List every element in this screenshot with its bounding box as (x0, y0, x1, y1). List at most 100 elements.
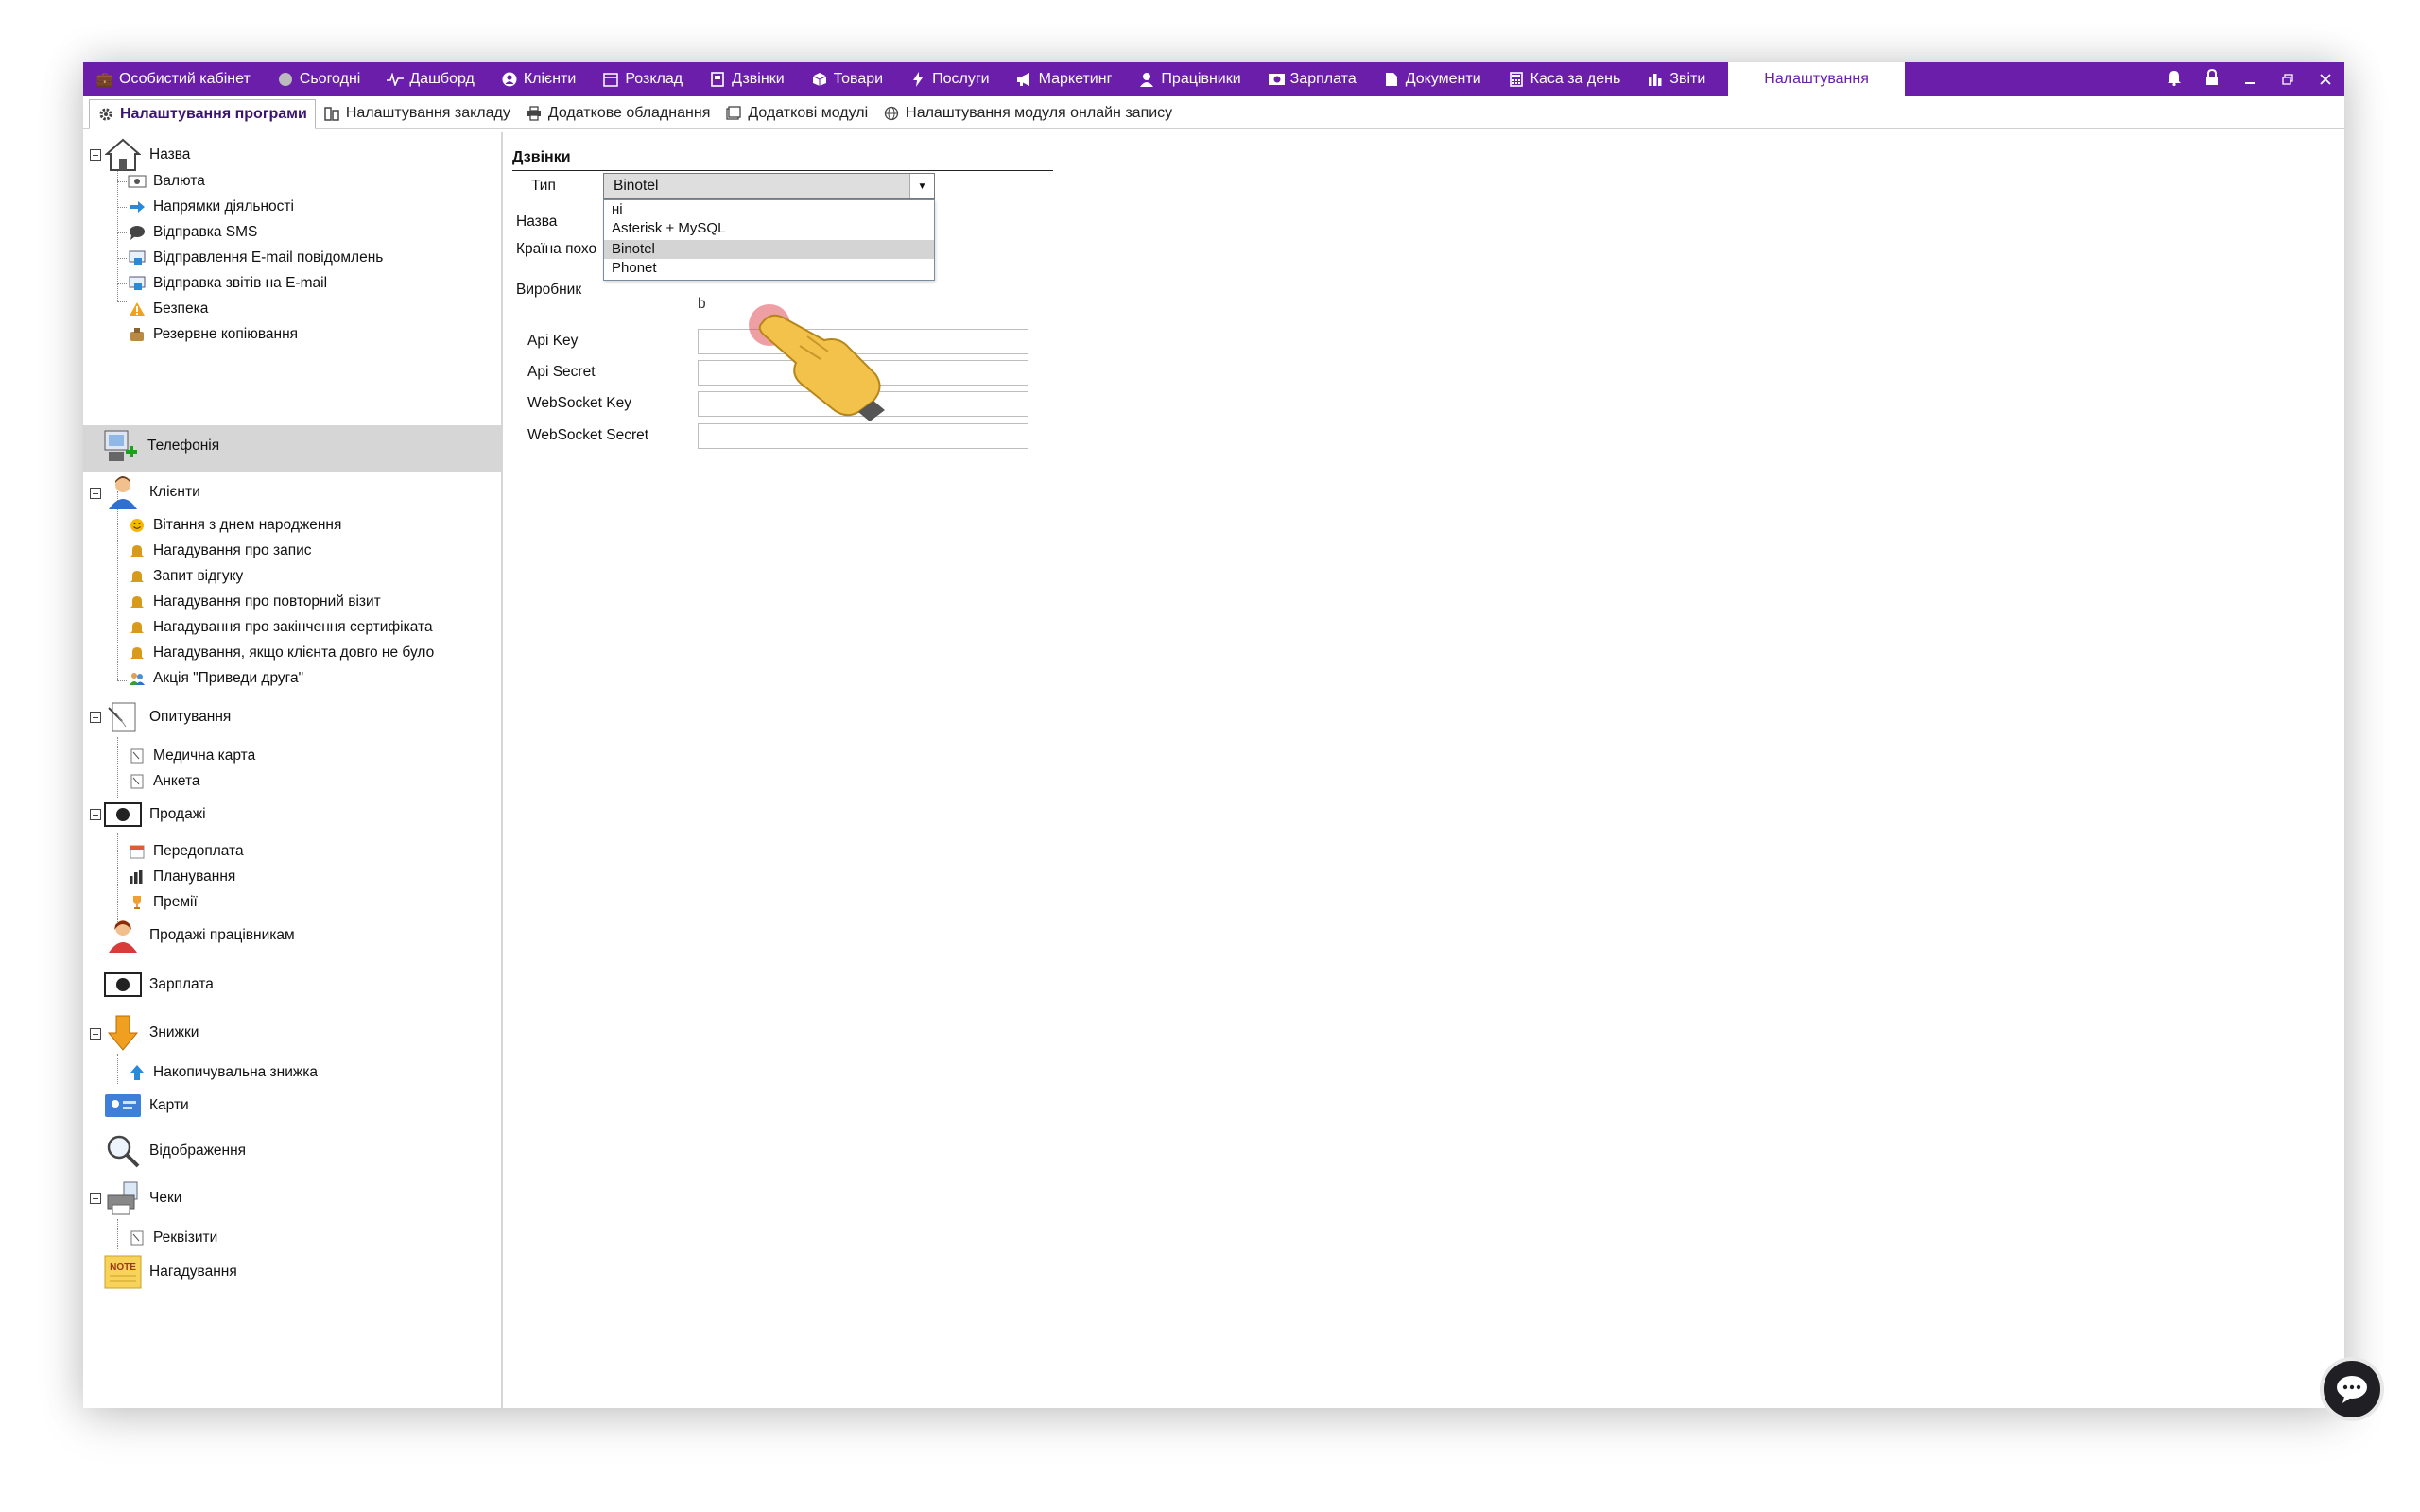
user-circle-icon (501, 71, 518, 88)
tree-item-birthday[interactable]: Вітання з днем народження (127, 515, 341, 536)
type-select[interactable]: Binotel ▼ (603, 173, 935, 199)
tree-item-repeat-visit[interactable]: Нагадування про повторний візит (127, 592, 381, 612)
nav-marketing[interactable]: Маркетинг (1003, 62, 1126, 96)
tab-venue-settings[interactable]: Налаштування закладу (316, 99, 518, 128)
tree-item-medical-card[interactable]: Медична карта (127, 746, 255, 766)
settings-tree: Назва Валюта Напрямки діяльності Відправ… (83, 132, 503, 1408)
tree-item-certificate-end[interactable]: Нагадування про закінчення сертифіката (127, 617, 433, 638)
banknote-icon (104, 796, 142, 833)
bell-icon (127, 643, 147, 663)
dropdown-option-asterisk[interactable]: Asterisk + MySQL (604, 219, 934, 238)
tree-item-remind-record[interactable]: Нагадування про запис (127, 541, 312, 561)
tree-item-survey[interactable]: Опитування (104, 698, 231, 736)
nav-documents[interactable]: Документи (1370, 62, 1495, 96)
manufacturer-label: Виробник (516, 282, 582, 298)
lock-icon[interactable] (2193, 68, 2231, 91)
nav-salary[interactable]: Зарплата (1254, 62, 1370, 96)
tree-item-bonuses[interactable]: Премії (127, 892, 198, 913)
bell-icon (127, 566, 147, 587)
tree-item-nazva[interactable]: Назва (104, 136, 190, 174)
api-key-label: Api Key (527, 333, 579, 349)
bell-icon[interactable] (2155, 69, 2193, 91)
nav-today[interactable]: Сьогодні (264, 62, 374, 96)
tree-expander-clients[interactable] (90, 488, 101, 499)
tree-expander-nazva[interactable] (90, 149, 101, 161)
nav-settings[interactable]: Налаштування (1728, 62, 1905, 96)
websocket-key-label: WebSocket Key (527, 395, 631, 411)
tree-item-cards[interactable]: Карти (104, 1087, 189, 1125)
box-icon (811, 71, 828, 88)
tree-item-prepayment[interactable]: Передоплата (127, 841, 244, 862)
nav-schedule[interactable]: Розклад (589, 62, 696, 96)
settings-content: Дзвінки Тип Binotel ▼ Назва Країна похо … (509, 132, 2342, 1408)
tab-additional-modules[interactable]: Додаткові модулі (717, 99, 875, 128)
tree-expander-discounts[interactable] (90, 1028, 101, 1040)
tree-item-currency[interactable]: Валюта (127, 171, 205, 192)
tree-item-directions[interactable]: Напрямки діяльності (127, 197, 294, 217)
tree-item-receipts[interactable]: Чеки (104, 1179, 182, 1217)
websocket-secret-label: WebSocket Secret (527, 427, 649, 443)
nav-reports[interactable]: Звіти (1634, 62, 1719, 96)
close-icon[interactable] (2307, 70, 2344, 90)
dropdown-option-binotel[interactable]: Binotel (604, 240, 934, 259)
nav-personal-cabinet[interactable]: 💼 Особистий кабінет (83, 62, 264, 96)
staff-person-icon (104, 917, 142, 954)
tree-item-salary[interactable]: Зарплата (104, 966, 214, 1004)
chevron-down-icon[interactable]: ▼ (909, 174, 934, 198)
tree-item-sales[interactable]: Продажі (104, 796, 206, 833)
api-key-input[interactable] (698, 329, 1028, 354)
form-icon (127, 771, 147, 792)
chat-icon (2337, 1376, 2367, 1403)
nav-cash-day[interactable]: Каса за день (1495, 62, 1634, 96)
tree-item-planning[interactable]: Планування (127, 867, 235, 887)
tree-item-security[interactable]: Безпека (127, 299, 208, 319)
note-badge-text: NOTE (110, 1263, 136, 1273)
tree-item-feedback-request[interactable]: Запит відгуку (127, 566, 243, 587)
tree-expander-sales[interactable] (90, 809, 101, 820)
tree-item-telephony[interactable]: Телефонія (102, 427, 219, 465)
minimize-icon[interactable] (2231, 70, 2269, 90)
restore-icon[interactable] (2269, 70, 2307, 90)
tree-item-questionnaire[interactable]: Анкета (127, 771, 200, 792)
tree-item-cumulative-discount[interactable]: Накопичувальна знижка (127, 1062, 318, 1083)
tree-item-long-absent[interactable]: Нагадування, якщо клієнта довго не було (127, 643, 434, 663)
tree-item-sms[interactable]: Відправка SMS (127, 222, 257, 243)
tree-expander-receipts[interactable] (90, 1193, 101, 1204)
tab-program-settings[interactable]: Налаштування програми (89, 99, 316, 129)
document-icon (1383, 71, 1400, 88)
tree-item-staff-sales[interactable]: Продажі працівникам (104, 917, 295, 954)
nav-clients[interactable]: Клієнти (488, 62, 589, 96)
tree-item-backup[interactable]: Резервне копіювання (127, 324, 298, 345)
dropdown-option-phonet[interactable]: Phonet (604, 259, 934, 278)
money-icon (127, 171, 147, 192)
chat-support-button[interactable] (2320, 1357, 2384, 1421)
tree-item-reminders[interactable]: NOTE Нагадування (104, 1253, 237, 1291)
nav-dashboard[interactable]: Дашборд (373, 62, 488, 96)
tree-item-email-notifications[interactable]: Відправлення E-mail повідомлень (127, 248, 383, 268)
tab-online-booking-settings[interactable]: Налаштування модуля онлайн запису (875, 99, 1180, 128)
api-secret-input[interactable] (698, 360, 1028, 386)
tab-additional-equipment[interactable]: Додаткове обладнання (518, 99, 718, 128)
websocket-secret-input[interactable] (698, 423, 1028, 449)
nav-goods[interactable]: Товари (798, 62, 896, 96)
tree-item-discounts[interactable]: Знижки (104, 1014, 199, 1052)
receipt-printer-icon (104, 1179, 142, 1217)
window-icon (725, 105, 742, 122)
printer-icon (526, 105, 543, 122)
client-person-icon (104, 473, 142, 511)
nav-services[interactable]: Послуги (896, 62, 1003, 96)
websocket-key-input[interactable] (698, 391, 1028, 417)
nav-calls[interactable]: Дзвінки (696, 62, 798, 96)
arrow-right-icon (127, 197, 147, 217)
tree-item-display[interactable]: Відображення (104, 1132, 246, 1170)
dropdown-option-none[interactable]: ні (604, 200, 934, 219)
tree-expander-survey[interactable] (90, 712, 101, 723)
tree-item-email-reports[interactable]: Відправка звітів на E-mail (127, 273, 327, 294)
house-icon (104, 136, 142, 174)
arrow-up-icon (127, 1062, 147, 1083)
tree-item-bring-friend[interactable]: Акція "Приведи друга" (127, 668, 303, 689)
tree-item-requisites[interactable]: Реквізити (127, 1228, 217, 1248)
tree-item-clients[interactable]: Клієнти (104, 473, 200, 511)
nav-employees[interactable]: Працівники (1125, 62, 1253, 96)
chat-bubble-icon (127, 222, 147, 243)
